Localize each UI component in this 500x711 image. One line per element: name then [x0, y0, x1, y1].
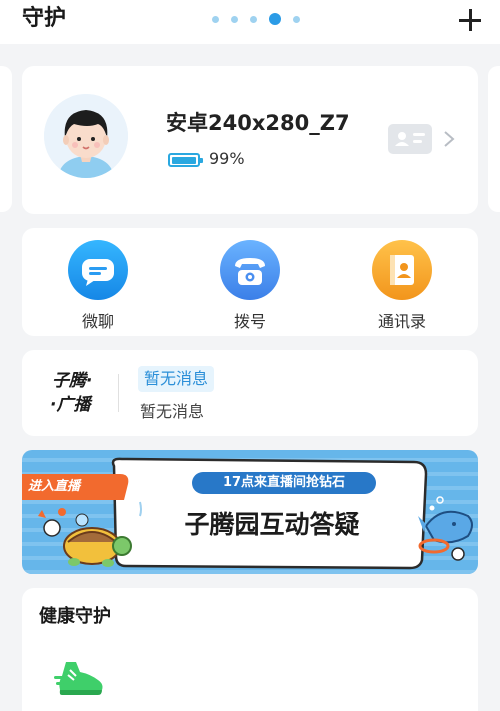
- action-label: 通讯录: [377, 312, 426, 331]
- dial-action[interactable]: 拨号: [200, 240, 300, 331]
- page-title: 守护: [22, 6, 67, 31]
- next-device-card-edge[interactable]: [488, 66, 500, 212]
- logo-line-1: 子腾·: [52, 371, 93, 391]
- previous-device-card-edge[interactable]: [0, 66, 12, 212]
- top-bar: 守护: [0, 0, 500, 44]
- broadcast-logo: 子腾· ·广播: [50, 368, 110, 420]
- battery-level: [171, 156, 197, 164]
- battery-icon: [168, 153, 203, 167]
- live-stream-banner[interactable]: 进入直播 17点来直播间抢钻石 子腾园互动答疑: [22, 450, 478, 574]
- quick-actions-card: 微聊 拨号 通讯录: [22, 228, 478, 336]
- battery-percent: 99%: [209, 149, 245, 168]
- page-dot[interactable]: [231, 15, 238, 23]
- address-book-icon[interactable]: [372, 240, 432, 300]
- chat-action[interactable]: 微聊: [48, 240, 148, 331]
- action-label: 微聊: [81, 312, 114, 331]
- device-profile-card[interactable]: 安卓240x280_Z7 99%: [22, 66, 478, 214]
- telephone-icon[interactable]: [220, 240, 280, 300]
- page-dot[interactable]: [250, 15, 257, 23]
- chevron-right-icon[interactable]: [442, 130, 456, 148]
- contact-card-icon[interactable]: [388, 124, 432, 154]
- action-label: 拨号: [233, 312, 266, 331]
- broadcast-card[interactable]: 子腾· ·广播 暂无消息 暂无消息: [22, 350, 478, 436]
- page-dot[interactable]: [293, 15, 300, 23]
- section-title: 健康守护: [39, 606, 111, 627]
- device-name: 安卓240x280_Z7: [166, 111, 350, 135]
- plus-icon[interactable]: [456, 6, 484, 34]
- health-card: 健康守护: [22, 588, 478, 711]
- logo-line-2: ·广播: [50, 395, 91, 415]
- message-subtitle: 暂无消息: [140, 402, 205, 421]
- avatar[interactable]: [44, 94, 128, 178]
- divider: [118, 374, 119, 412]
- banner-title: 子腾园互动答疑: [184, 510, 360, 539]
- dolphin-illustration: [418, 510, 473, 561]
- banner-subtitle: 17点来直播间抢钻石: [192, 472, 376, 494]
- message-tag: 暂无消息: [138, 366, 215, 392]
- page-dot[interactable]: [212, 15, 219, 23]
- contacts-action[interactable]: 通讯录: [352, 240, 452, 331]
- page-indicator[interactable]: [212, 13, 300, 25]
- live-badge: 进入直播: [28, 479, 81, 494]
- chat-bubble-icon[interactable]: [68, 240, 128, 300]
- sneaker-icon[interactable]: [54, 658, 106, 698]
- page-dot-active[interactable]: [269, 13, 281, 25]
